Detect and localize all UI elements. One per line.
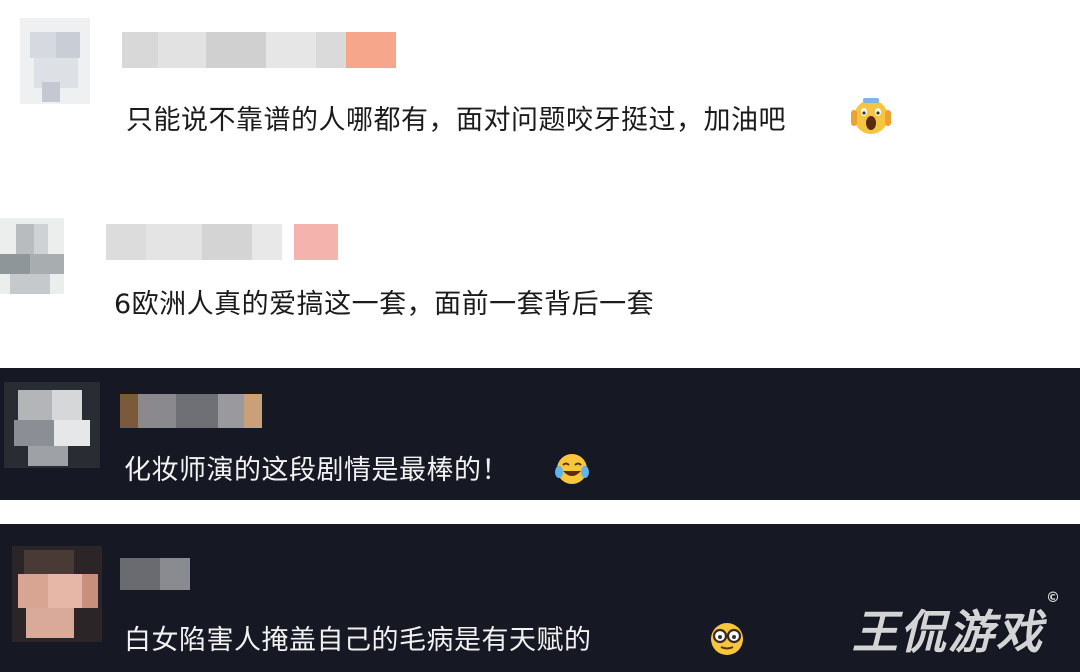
avatar[interactable] — [0, 218, 64, 294]
comment-item: 化妆师演的这段剧情是最棒的！ — [0, 368, 1080, 500]
username-blurred[interactable] — [122, 32, 396, 68]
avatar[interactable] — [4, 382, 100, 468]
comment-item: 白女陷害人掩盖自己的毛病是有天赋的 王侃游戏© — [0, 524, 1080, 672]
avatar[interactable] — [12, 546, 102, 642]
comment-text: 6欧洲人真的爱搞这一套，面前一套背后一套 — [114, 289, 655, 320]
username-blurred[interactable] — [120, 558, 190, 590]
username-blurred[interactable] — [106, 224, 338, 260]
comment-item: 只能说不靠谱的人哪都有，面对问题咬牙挺过，加油吧 — [0, 0, 1080, 178]
avatar[interactable] — [20, 18, 90, 104]
comment-item: 6欧洲人真的爱搞这一套，面前一套背后一套 — [0, 178, 1080, 368]
face-screaming-icon — [851, 98, 891, 134]
face-tears-of-joy-icon — [555, 454, 589, 484]
comment-text: 化妆师演的这段剧情是最棒的！ — [124, 455, 509, 486]
watermark-logo: 王侃游戏© — [852, 590, 1062, 659]
comment-text: 只能说不靠谱的人哪都有，面对问题咬牙挺过，加油吧 — [126, 105, 786, 136]
comment-text: 白女陷害人掩盖自己的毛病是有天赋的 — [124, 625, 592, 656]
separator — [0, 500, 1080, 524]
face-with-glasses-icon — [711, 623, 743, 655]
username-blurred[interactable] — [120, 394, 262, 428]
